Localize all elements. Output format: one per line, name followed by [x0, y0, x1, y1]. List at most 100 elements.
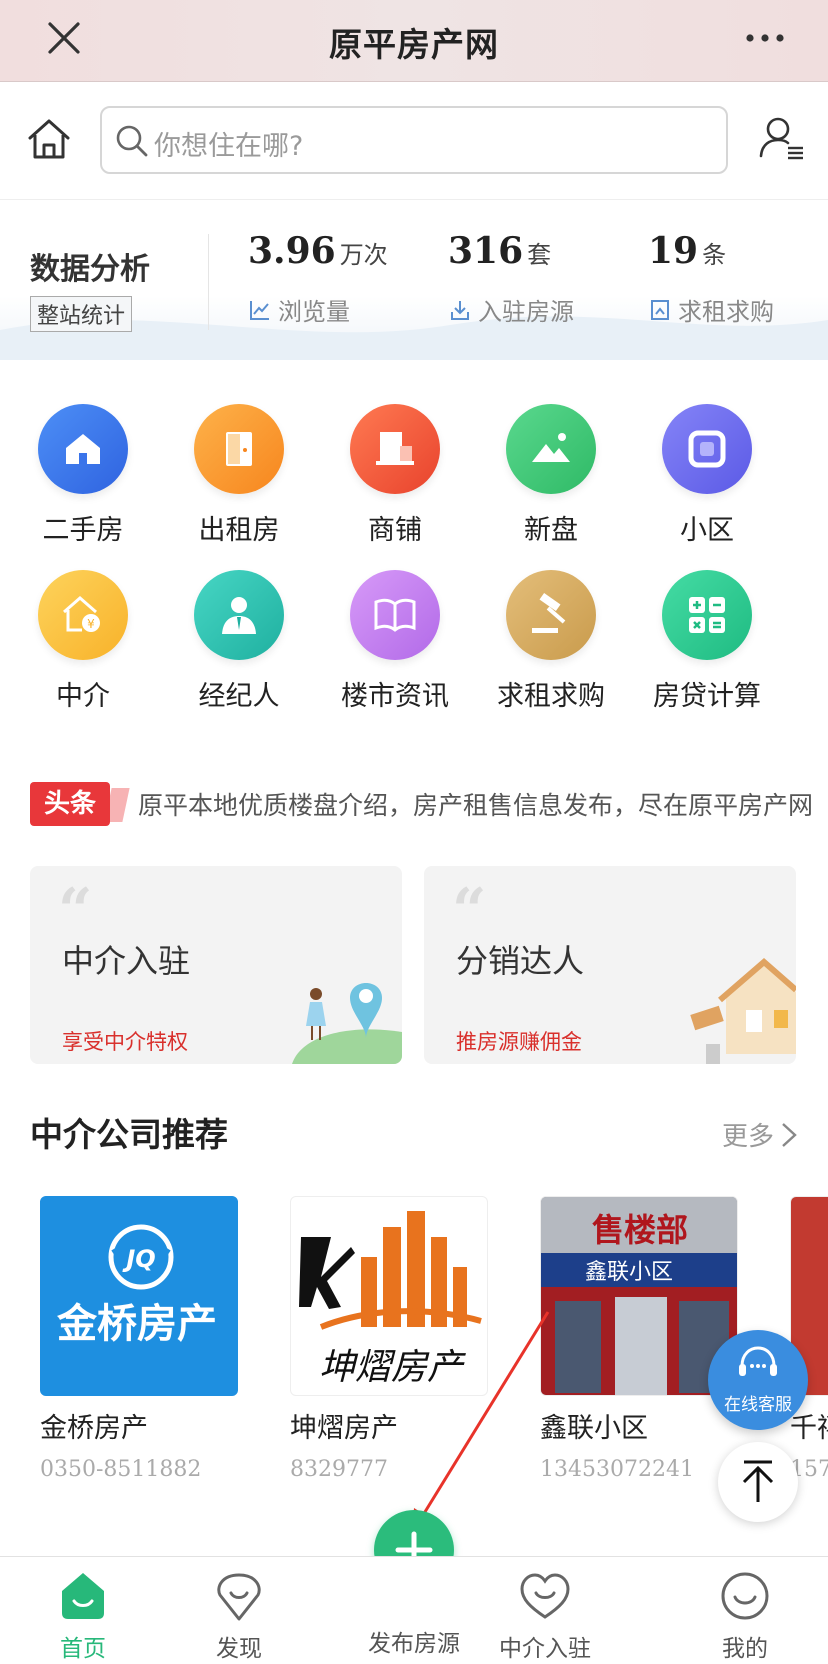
search-input[interactable]: 你想住在哪? — [100, 106, 728, 174]
jinqiao-logo-icon: JQ 金桥房产 — [56, 1224, 217, 1347]
category-broker[interactable]: 经纪人 — [164, 570, 314, 713]
online-service-button[interactable]: 在线客服 — [708, 1330, 808, 1430]
stat-listings: 316 套 入驻房源 — [448, 230, 574, 327]
svg-text:坤熠房产: 坤熠房产 — [319, 1347, 466, 1388]
stats-divider — [208, 234, 209, 330]
svg-text:售楼部: 售楼部 — [592, 1211, 688, 1249]
svg-text:鑫联小区: 鑫联小区 — [585, 1260, 673, 1285]
line-chart-icon — [250, 300, 269, 320]
tab-agency-join[interactable]: 中介入驻 — [480, 1557, 610, 1663]
agency-phone: 0350-8511882 — [40, 1457, 202, 1482]
map-pin-illustration — [292, 983, 402, 1064]
tab-discover[interactable]: 发现 — [174, 1557, 304, 1663]
agency-photo: 售楼部 鑫联小区 — [540, 1196, 738, 1396]
agency-logo: 坤熠房产 — [290, 1196, 488, 1396]
category-label: 楼市资讯 — [341, 681, 449, 712]
mountain-icon — [506, 404, 596, 494]
stat-unit: 万次 — [339, 241, 388, 269]
category-second-hand[interactable]: 二手房 — [8, 404, 158, 547]
page-title: 原平房产网 — [329, 25, 499, 64]
stat-views: 3.96 万次 浏览量 — [248, 230, 388, 327]
back-to-top-button[interactable] — [718, 1442, 798, 1522]
arrow-up-icon — [742, 1460, 774, 1502]
promo-card-distributor[interactable]: “ 分销达人 推房源赚佣金 — [424, 866, 796, 1064]
person-icon — [194, 570, 284, 660]
category-label: 出租房 — [198, 515, 280, 546]
stat-caption: 求租求购 — [678, 298, 774, 326]
home-icon[interactable] — [26, 116, 72, 162]
section-more-link[interactable]: 更多 — [722, 1116, 800, 1153]
stats-title: 数据分析 — [30, 252, 150, 287]
promo-title: 中介入驻 — [62, 942, 191, 980]
title-bar: 原平房产网 — [0, 0, 828, 82]
agency-card[interactable]: 千禧 1573 — [790, 1196, 828, 1482]
tab-home[interactable]: 首页 — [18, 1557, 148, 1663]
home-filled-icon — [62, 1573, 104, 1619]
tab-label: 我的 — [722, 1636, 768, 1662]
category-label: 二手房 — [42, 515, 124, 546]
more-label: 更多 — [721, 1122, 774, 1152]
house-icon — [38, 404, 128, 494]
stats-panel: 数据分析 整站统计 3.96 万次 浏览量 316 套 入驻房源 19 条 求租… — [0, 200, 828, 360]
promo-subtitle: 推房源赚佣金 — [456, 1030, 582, 1054]
category-agency[interactable]: ¥ 中介 — [8, 570, 158, 713]
stats-subtitle: 整站统计 — [30, 296, 133, 332]
headline-tag: 头条 — [30, 782, 110, 826]
stat-caption: 浏览量 — [278, 298, 350, 326]
svg-text:¥: ¥ — [87, 617, 95, 631]
heart-smile-icon — [520, 1573, 570, 1619]
import-icon — [451, 300, 469, 320]
stat-number: 316 — [448, 230, 524, 272]
tab-label: 发现 — [216, 1636, 262, 1662]
agency-phone: 13453072241 — [540, 1457, 694, 1482]
stat-unit: 条 — [702, 241, 727, 269]
category-grid: 二手房 出租房 商铺 新盘 小区 ¥ 中介 经纪人 楼市资讯 求租求购 房贷计算 — [0, 360, 828, 730]
svg-text:JQ: JQ — [122, 1245, 155, 1273]
storefront-icon — [350, 404, 440, 494]
chevron-right-icon — [782, 1122, 797, 1147]
square-icon — [662, 404, 752, 494]
stat-caption: 入驻房源 — [478, 298, 574, 326]
tab-label: 首页 — [60, 1636, 106, 1662]
stat-number: 19 — [648, 230, 699, 272]
stat-unit: 套 — [527, 241, 552, 269]
agency-logo: JQ 金桥房产 — [40, 1196, 238, 1396]
category-rent-buy-requests[interactable]: 求租求购 — [476, 570, 626, 713]
kunyi-logo-icon: 坤熠房产 — [299, 1211, 482, 1388]
category-mortgage-calculator[interactable]: 房贷计算 — [632, 570, 782, 713]
category-label: 新盘 — [524, 515, 578, 546]
calculator-icon — [662, 570, 752, 660]
section-title: 中介公司推荐 — [30, 1115, 228, 1154]
search-placeholder: 你想住在哪? — [154, 131, 304, 162]
house-coin-icon: ¥ — [38, 570, 128, 660]
agency-card[interactable]: 坤熠房产 坤熠房产 8329777 — [290, 1196, 490, 1482]
sales-office-photo: 售楼部 鑫联小区 — [541, 1197, 737, 1395]
tab-me[interactable]: 我的 — [680, 1557, 810, 1663]
stat-requests: 19 条 求租求购 — [648, 230, 774, 327]
category-shop[interactable]: 商铺 — [320, 404, 470, 547]
headline-ticker[interactable]: 头条 原平本地优质楼盘介绍，房产租售信息发布，尽在原平房产网 — [30, 782, 828, 828]
more-icon[interactable] — [744, 28, 786, 48]
headline-text: 原平本地优质楼盘介绍，房产租售信息发布，尽在原平房产网 — [138, 791, 814, 820]
smiley-icon — [721, 1572, 769, 1620]
category-label: 求租求购 — [497, 681, 605, 712]
stat-number: 3.96 — [248, 230, 336, 272]
category-rent[interactable]: 出租房 — [164, 404, 314, 547]
category-news[interactable]: 楼市资讯 — [320, 570, 470, 713]
gavel-icon — [506, 570, 596, 660]
search-icon — [116, 125, 148, 157]
agency-name: 坤熠房产 — [290, 1413, 398, 1444]
agency-phone: 8329777 — [290, 1457, 388, 1482]
promo-card-agency-join[interactable]: “ 中介入驻 享受中介特权 — [30, 866, 402, 1064]
category-new-development[interactable]: 新盘 — [476, 404, 626, 547]
location-pin-icon — [217, 1573, 261, 1621]
tab-label: 中介入驻 — [499, 1636, 591, 1662]
user-menu-icon[interactable] — [758, 114, 806, 162]
tab-publish-label[interactable]: 发布房源 — [344, 1624, 484, 1658]
house-sale-illustration — [690, 958, 796, 1064]
agency-card[interactable]: 售楼部 鑫联小区 鑫联小区 13453072241 — [540, 1196, 740, 1482]
agency-card[interactable]: JQ 金桥房产 金桥房产 0350-8511882 — [40, 1196, 240, 1482]
category-label: 经纪人 — [198, 681, 280, 712]
category-community[interactable]: 小区 — [632, 404, 782, 547]
promo-title: 分销达人 — [456, 942, 585, 980]
